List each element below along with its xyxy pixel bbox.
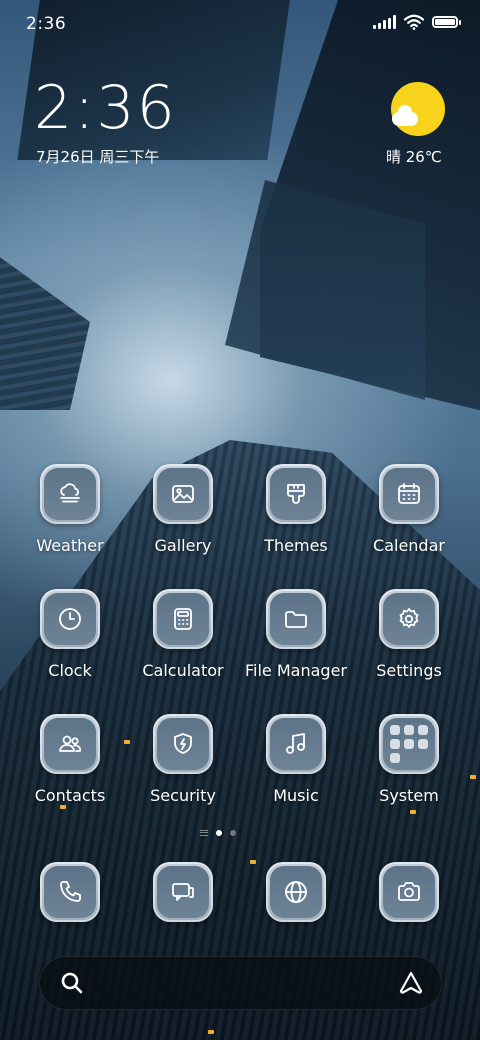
dock-browser[interactable] [240,862,352,922]
app-weather[interactable]: Weather [14,464,126,555]
cloud-icon [392,105,418,126]
window-light [60,805,66,809]
app-security[interactable]: Security [127,714,239,805]
search-bar[interactable] [39,956,442,1010]
clock-widget-time[interactable]: 2:36 [34,78,177,138]
clock-widget-date[interactable]: 7月26日 周三下午 [36,146,159,167]
app-label: Clock [48,661,92,680]
weather-widget-text[interactable]: 晴 26℃ [386,146,442,167]
weather-icon [60,483,80,503]
search-icon[interactable] [59,970,85,996]
wifi-icon [404,14,424,30]
window-light [470,775,476,779]
app-label: File Manager [245,661,347,680]
window-light [208,1030,214,1034]
page-indicator[interactable] [200,830,236,836]
app-label: System [379,786,439,805]
music-note-icon [286,733,305,754]
status-bar-time: 2:36 [26,14,67,34]
phone-icon [60,881,81,902]
app-label: Contacts [34,786,106,805]
app-music[interactable]: Music [240,714,352,805]
page-dot-active [216,830,222,836]
window-light [410,810,416,814]
app-label: Calculator [142,661,224,680]
messages-icon [172,883,194,901]
shield-icon [174,733,192,754]
app-label: Themes [264,536,328,555]
image-icon [172,485,194,503]
dock-messages[interactable] [127,862,239,922]
contacts-icon [59,735,82,752]
gear-icon [399,608,419,628]
brush-icon [287,484,305,504]
signal-icon [373,15,396,29]
wallpaper-building [0,250,90,410]
app-clock[interactable]: Clock [14,589,126,680]
app-label: Calendar [373,536,445,555]
folder-icon [285,611,307,628]
assistant-icon[interactable] [398,970,424,996]
app-label: Gallery [154,536,212,555]
app-calculator[interactable]: Calculator [127,589,239,680]
app-label: Settings [376,661,442,680]
menu-lines-icon [200,830,208,836]
status-bar-icons [373,14,461,30]
app-label: Security [150,786,216,805]
calculator-icon [174,608,192,630]
app-label: Weather [36,536,104,555]
battery-icon [432,16,461,28]
dock-phone[interactable] [14,862,126,922]
app-settings[interactable]: Settings [353,589,465,680]
folder-grid-icon [390,725,400,735]
app-contacts[interactable]: Contacts [14,714,126,805]
app-folder-system[interactable]: System [353,714,465,805]
app-calendar[interactable]: Calendar [353,464,465,555]
app-themes[interactable]: Themes [240,464,352,555]
app-file-manager[interactable]: File Manager [240,589,352,680]
page-dot [230,830,236,836]
browser-icon [285,881,307,903]
camera-icon [398,882,420,901]
calendar-icon [398,483,420,504]
app-label: Music [273,786,319,805]
app-gallery[interactable]: Gallery [127,464,239,555]
clock-icon [59,608,81,630]
dock-camera[interactable] [353,862,465,922]
